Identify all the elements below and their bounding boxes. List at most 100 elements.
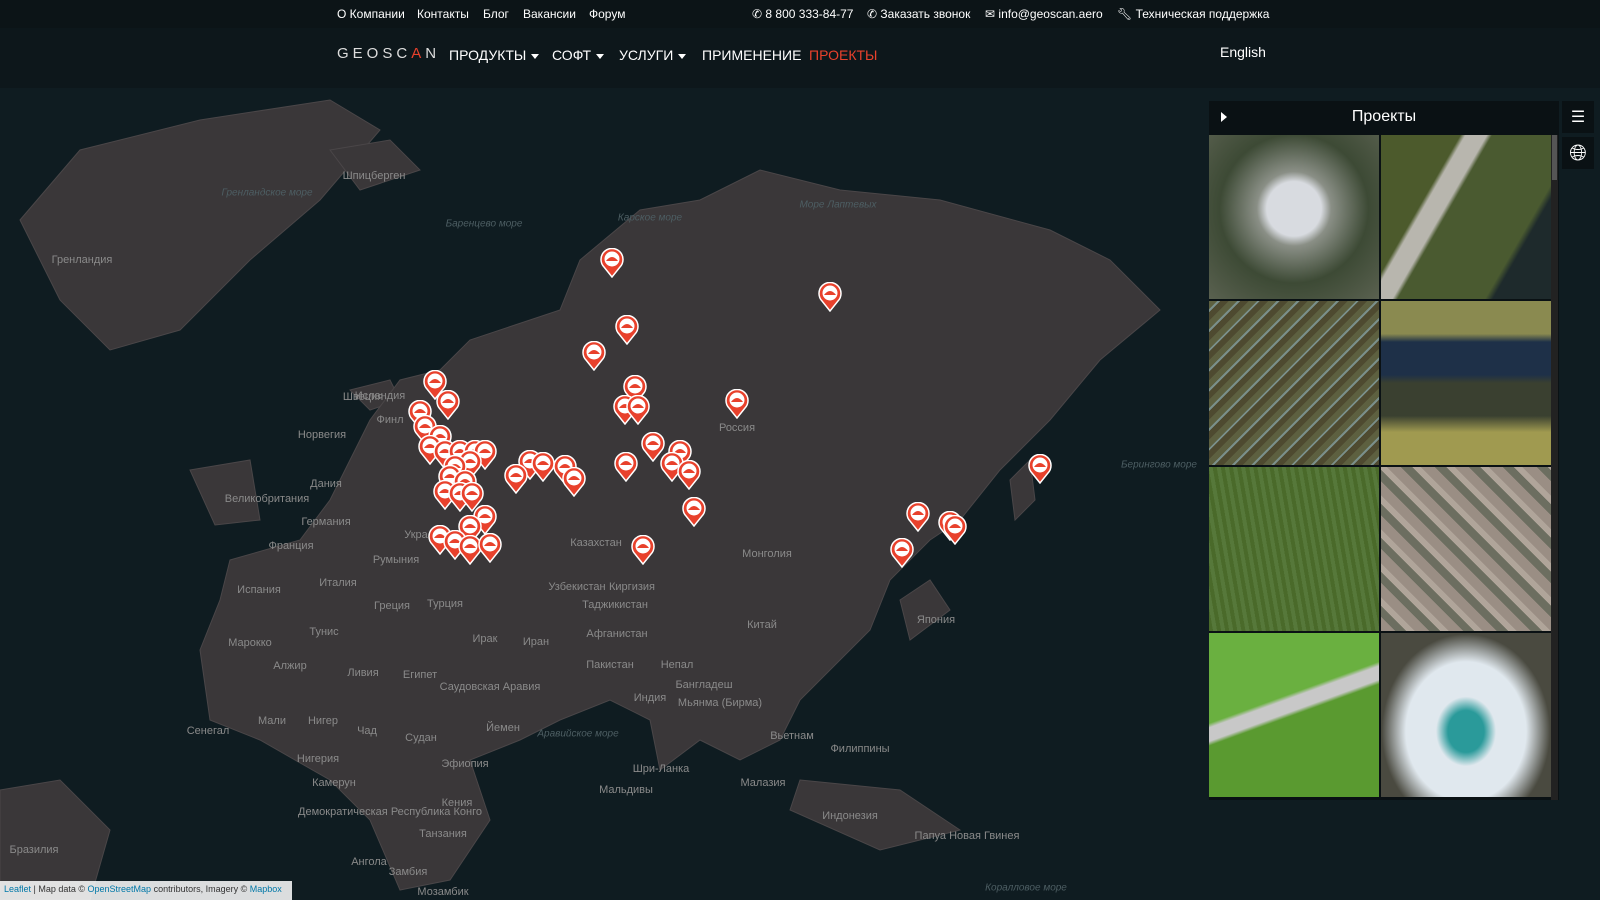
- nav-products[interactable]: ПРОДУКТЫ: [449, 47, 540, 63]
- osm-link[interactable]: OpenStreetMap: [88, 884, 152, 894]
- project-marker[interactable]: [890, 537, 914, 569]
- nav-software[interactable]: СОФТ: [552, 47, 605, 63]
- thumb-cathedral[interactable]: [1209, 135, 1379, 299]
- phone-link[interactable]: ✆ 8 800 333-84-77: [752, 7, 853, 21]
- mapbox-link[interactable]: Mapbox: [250, 884, 282, 894]
- callback-link[interactable]: ✆ Заказать звонок: [867, 7, 970, 21]
- menu-button[interactable]: ☰: [1562, 101, 1594, 133]
- phone-icon: ✆: [752, 7, 763, 21]
- map-label: Пакистан: [586, 659, 634, 671]
- sea-label: Карское море: [617, 212, 683, 224]
- project-marker[interactable]: [562, 466, 586, 498]
- language-switch[interactable]: English: [1220, 44, 1266, 60]
- link-about[interactable]: О Компании: [337, 7, 405, 21]
- project-marker[interactable]: [677, 459, 701, 491]
- layers-button[interactable]: 🌐︎: [1562, 137, 1594, 169]
- project-marker[interactable]: [614, 451, 638, 483]
- link-forum[interactable]: Форум: [589, 7, 625, 21]
- scrollbar-thumb[interactable]: [1552, 135, 1557, 180]
- project-marker[interactable]: [504, 463, 528, 495]
- project-marker[interactable]: [582, 340, 606, 372]
- map-label: Эфиопия: [441, 758, 489, 770]
- map-label: Филиппины: [830, 743, 890, 755]
- map-label: Кения: [441, 797, 473, 809]
- nav-services[interactable]: УСЛУГИ: [619, 47, 687, 63]
- map-label: Бангладеш: [675, 679, 733, 691]
- map-label: Афганистан: [586, 628, 648, 640]
- thumb-mountain-lake[interactable]: [1381, 633, 1551, 797]
- top-bar: О Компании Контакты Блог Вакансии Форум …: [0, 0, 1600, 28]
- map-label: Непал: [660, 659, 694, 671]
- map-label: Дания: [310, 478, 342, 490]
- map-label: Мозамбик: [417, 886, 469, 898]
- map-label: Узбекистан: [548, 581, 606, 593]
- project-marker[interactable]: [600, 247, 624, 279]
- phone-call-icon: ✆: [867, 7, 878, 21]
- map-label: Марокко: [228, 637, 272, 649]
- project-marker[interactable]: [631, 534, 655, 566]
- main-nav: GEOSCAN ПРОДУКТЫ СОФТ УСЛУГИ ПРИМЕНЕНИЕ …: [0, 28, 1600, 88]
- map-label: Финл: [376, 414, 404, 426]
- panel-scrollbar[interactable]: [1551, 135, 1558, 800]
- sea-label: Гренландское море: [221, 187, 313, 199]
- support-link[interactable]: 🔧︎ Техническая поддержка: [1117, 7, 1269, 21]
- project-marker[interactable]: [531, 451, 555, 483]
- map-label: Тунис: [309, 626, 339, 638]
- map-label: Швеция: [342, 391, 384, 403]
- map-label: Египет: [402, 669, 438, 681]
- leaflet-link[interactable]: Leaflet: [4, 884, 31, 894]
- panel-title: Проекты: [1351, 108, 1417, 125]
- map-label: Саудовская Аравия: [439, 681, 541, 693]
- thumb-field[interactable]: [1209, 467, 1379, 631]
- thumb-power-tower[interactable]: [1209, 301, 1379, 465]
- map-attribution: Leaflet | Map data © OpenStreetMap contr…: [0, 881, 292, 900]
- project-marker[interactable]: [943, 514, 967, 546]
- map-label: Замбия: [388, 866, 428, 878]
- email-link[interactable]: ✉ info@geoscan.aero: [985, 7, 1103, 21]
- sea-label: Баренцево море: [445, 218, 523, 230]
- link-contacts[interactable]: Контакты: [417, 7, 469, 21]
- map-label: Танзания: [419, 828, 467, 840]
- project-marker[interactable]: [436, 389, 460, 421]
- project-marker[interactable]: [626, 394, 650, 426]
- map-label: Великобритания: [224, 493, 310, 505]
- wrench-icon: 🔧︎: [1117, 7, 1133, 21]
- nav-projects[interactable]: ПРОЕКТЫ: [809, 47, 877, 63]
- map-label: Индонезия: [822, 810, 878, 822]
- map-label: Германия: [301, 516, 351, 528]
- map-label: Китай: [747, 619, 777, 631]
- project-marker[interactable]: [818, 281, 842, 313]
- caret-down-icon: [531, 53, 540, 59]
- hamburger-icon: ☰: [1570, 109, 1586, 126]
- map-label: Бразилия: [9, 844, 59, 856]
- map-label: Россия: [718, 422, 756, 434]
- thumb-road-field[interactable]: [1209, 633, 1379, 797]
- map-label: Таджикистан: [582, 599, 648, 611]
- geoscan-logo[interactable]: GEOSCAN: [337, 45, 440, 62]
- map-label: Малазия: [740, 777, 786, 789]
- nav-application[interactable]: ПРИМЕНЕНИЕ: [702, 47, 801, 63]
- project-marker[interactable]: [615, 314, 639, 346]
- map-label: Греция: [374, 600, 410, 612]
- map-label: Монголия: [742, 548, 792, 560]
- caret-down-icon: [678, 53, 687, 59]
- projects-panel: Проекты: [1209, 101, 1559, 800]
- sea-label: Море Лаптевых: [799, 199, 877, 211]
- map-label: Турция: [427, 598, 463, 610]
- link-vacancies[interactable]: Вакансии: [523, 7, 576, 21]
- project-marker[interactable]: [682, 496, 706, 528]
- map-label: Нигер: [307, 715, 339, 727]
- project-marker[interactable]: [906, 501, 930, 533]
- map-label: Вьетнам: [770, 730, 814, 742]
- map-label: Мьянма (Бирма): [677, 697, 763, 709]
- project-marker[interactable]: [725, 388, 749, 420]
- link-blog[interactable]: Блог: [483, 7, 509, 21]
- thumb-road-forest[interactable]: [1381, 135, 1551, 299]
- thumb-city-block[interactable]: [1381, 467, 1551, 631]
- map-label: Камерун: [312, 777, 356, 789]
- map-label: Ливия: [347, 667, 379, 679]
- project-marker[interactable]: [1028, 453, 1052, 485]
- thumb-quarry[interactable]: [1381, 301, 1551, 465]
- project-marker[interactable]: [478, 532, 502, 564]
- map-label: Испания: [237, 584, 281, 596]
